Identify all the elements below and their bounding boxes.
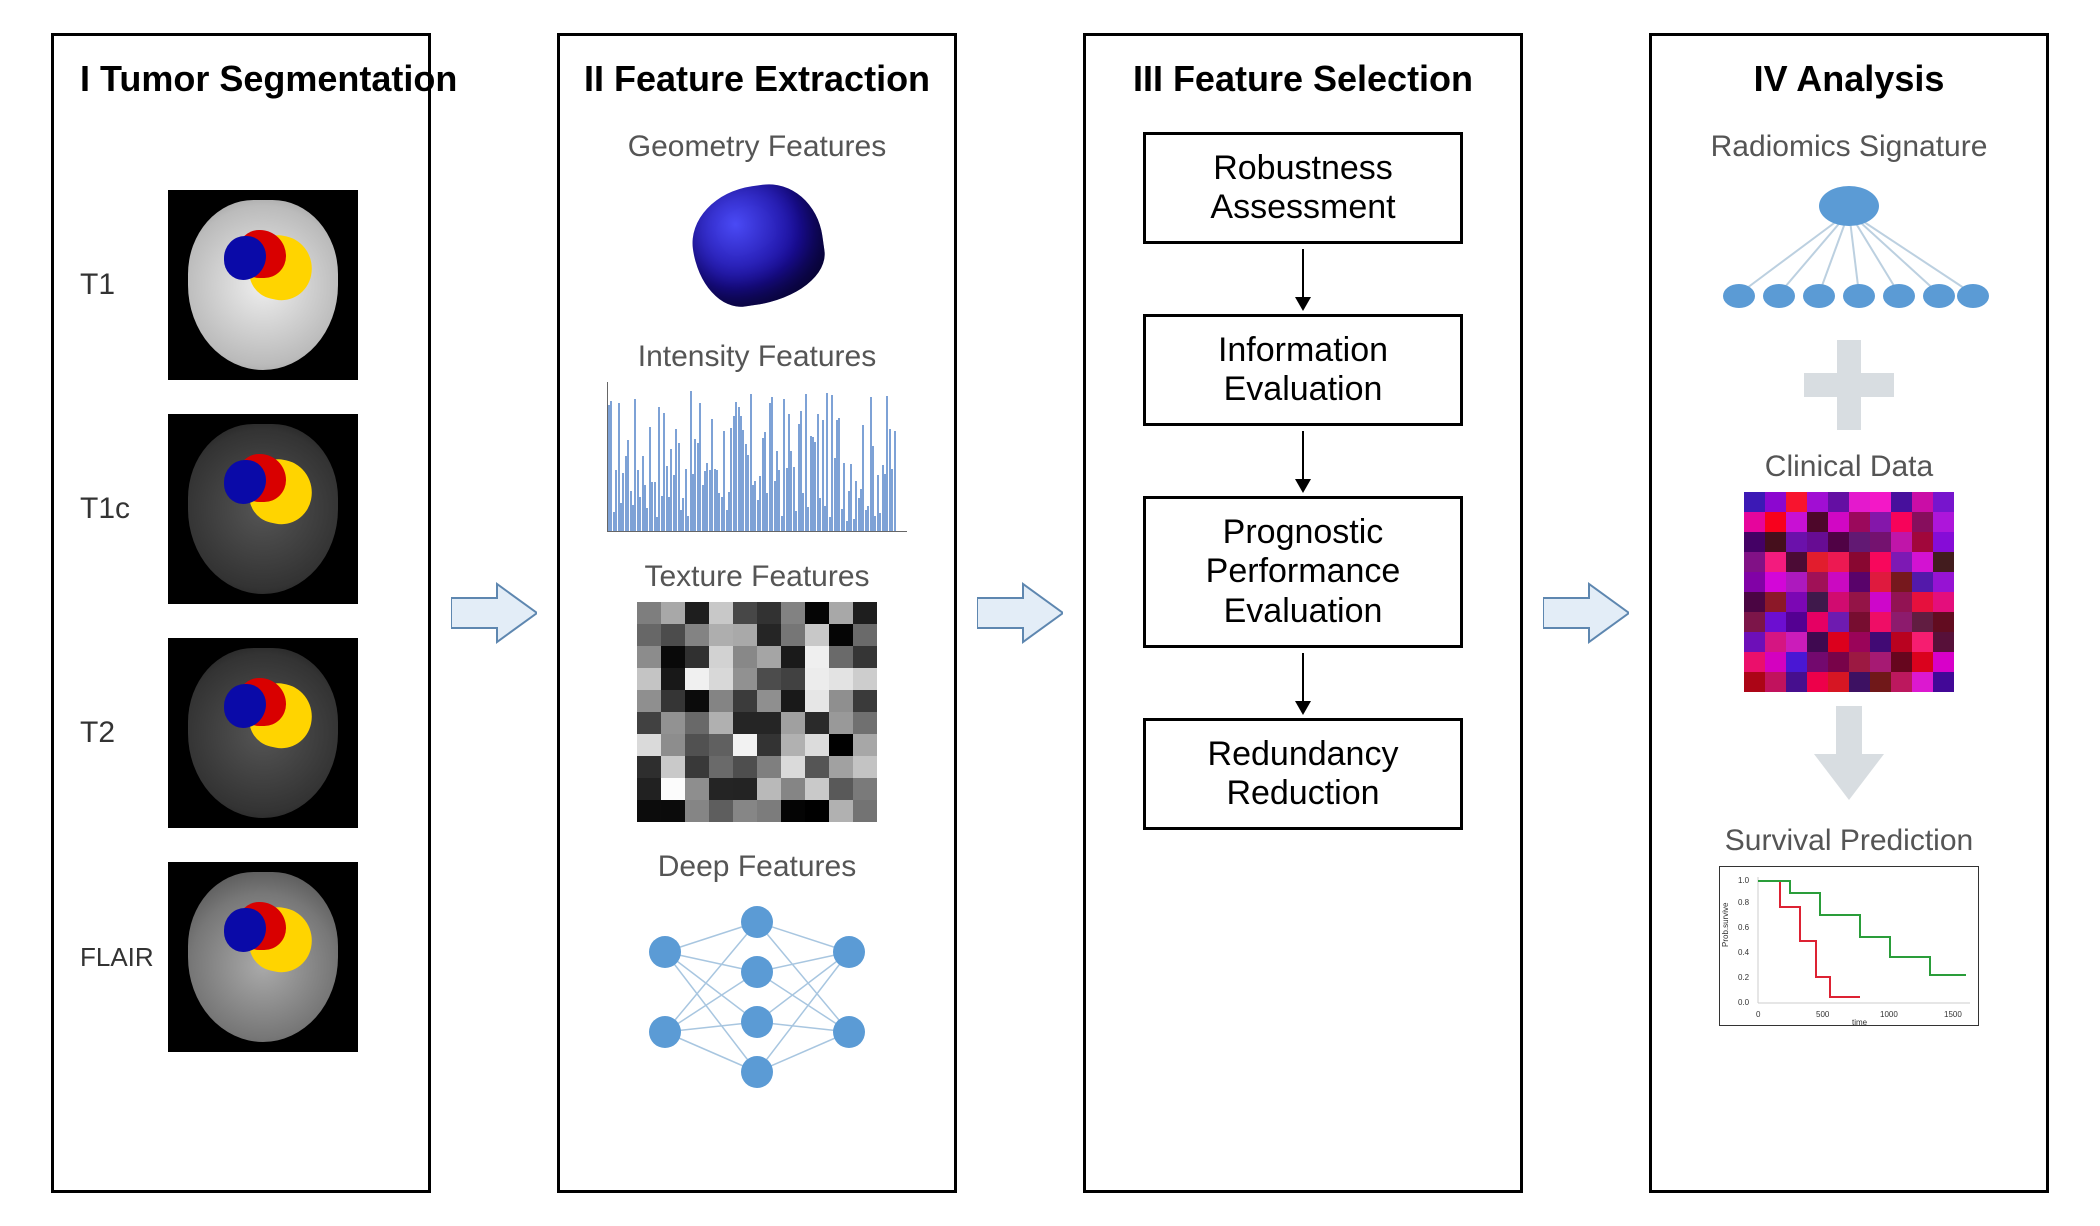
- panel-title: IV Analysis: [1754, 58, 1945, 100]
- arrow-right-icon: [977, 578, 1063, 648]
- seg-row-t1: T1: [80, 190, 402, 380]
- svg-text:1000: 1000: [1880, 1010, 1898, 1019]
- panel-analysis: IV Analysis Radiomics Signature Clinical…: [1649, 33, 2049, 1193]
- brain-t1c: [168, 414, 358, 604]
- down-arrow-icon: [1291, 426, 1315, 496]
- texture-grid: [637, 602, 877, 822]
- seg-row-t2: T2: [80, 638, 402, 828]
- segmentation-list: T1 T1c T2 FLAIR: [80, 190, 402, 1052]
- seg-row-t1c: T1c: [80, 414, 402, 604]
- svg-text:Prob.survive: Prob.survive: [1721, 902, 1730, 947]
- svg-text:time: time: [1852, 1018, 1868, 1027]
- sublabel-deep: Deep Features: [658, 850, 856, 884]
- brain-t2: [168, 638, 358, 828]
- sublabel-clinical: Clinical Data: [1765, 450, 1933, 484]
- step-label: Robustness Assessment: [1210, 149, 1395, 226]
- svg-text:500: 500: [1816, 1010, 1830, 1019]
- step-label: Prognostic Performance Evaluation: [1206, 513, 1401, 629]
- seg-label: FLAIR: [80, 942, 150, 973]
- step-label: Information Evaluation: [1218, 331, 1388, 408]
- step-information: Information Evaluation: [1143, 314, 1463, 426]
- panel-feature-selection: III Feature Selection Robustness Assessm…: [1083, 33, 1523, 1193]
- intensity-histogram: [607, 382, 907, 532]
- svg-text:0.2: 0.2: [1738, 973, 1750, 982]
- sublabel-survival: Survival Prediction: [1725, 824, 1973, 858]
- down-arrow-icon: [1291, 648, 1315, 718]
- plus-icon: [1804, 340, 1894, 430]
- brain-t1: [168, 190, 358, 380]
- sublabel-intensity: Intensity Features: [638, 340, 876, 374]
- sublabel-geometry: Geometry Features: [628, 130, 886, 164]
- seg-row-flair: FLAIR: [80, 862, 402, 1052]
- panel-title: I Tumor Segmentation: [80, 58, 402, 100]
- arrow-right-icon: [451, 578, 537, 648]
- down-arrow-icon: [1291, 244, 1315, 314]
- step-prognostic: Prognostic Performance Evaluation: [1143, 496, 1463, 647]
- svg-text:0.8: 0.8: [1738, 898, 1750, 907]
- panel-title: II Feature Extraction: [584, 58, 930, 100]
- seg-label: T1c: [80, 492, 150, 526]
- arrow-3-to-4: [1543, 578, 1629, 648]
- brain-flair: [168, 862, 358, 1052]
- geometry-blob: [677, 176, 837, 316]
- selection-steps: Robustness Assessment Information Evalua…: [1143, 132, 1463, 830]
- panel-feature-extraction: II Feature Extraction Geometry Features …: [557, 33, 957, 1193]
- svg-text:0.4: 0.4: [1738, 948, 1750, 957]
- arrow-right-icon: [1543, 578, 1629, 648]
- arrow-2-to-3: [977, 578, 1063, 648]
- svg-text:0.0: 0.0: [1738, 998, 1750, 1007]
- radiomics-signature-tree: [1709, 176, 1989, 326]
- svg-text:0: 0: [1756, 1010, 1761, 1019]
- down-arrow-icon: [1814, 706, 1884, 806]
- sublabel-texture: Texture Features: [644, 560, 869, 594]
- step-robustness: Robustness Assessment: [1143, 132, 1463, 244]
- arrow-1-to-2: [451, 578, 537, 648]
- panel-tumor-segmentation: I Tumor Segmentation T1 T1c T2 FLAIR: [51, 33, 431, 1193]
- svg-text:1.0: 1.0: [1738, 876, 1750, 885]
- seg-label: T2: [80, 716, 150, 750]
- svg-text:1500: 1500: [1944, 1010, 1962, 1019]
- step-label: Redundancy Reduction: [1208, 735, 1399, 812]
- step-redundancy: Redundancy Reduction: [1143, 718, 1463, 830]
- neural-network-icon: [627, 892, 887, 1092]
- km-plot: 0 500 1000 1500 0.0 0.2 0.4 0.6 0.8 1.0 …: [1719, 866, 1979, 1026]
- svg-text:0.6: 0.6: [1738, 923, 1750, 932]
- clinical-data-heatmap: [1744, 492, 1954, 692]
- sublabel-radiomics: Radiomics Signature: [1711, 130, 1988, 164]
- seg-label: T1: [80, 268, 150, 302]
- panel-title: III Feature Selection: [1133, 58, 1473, 100]
